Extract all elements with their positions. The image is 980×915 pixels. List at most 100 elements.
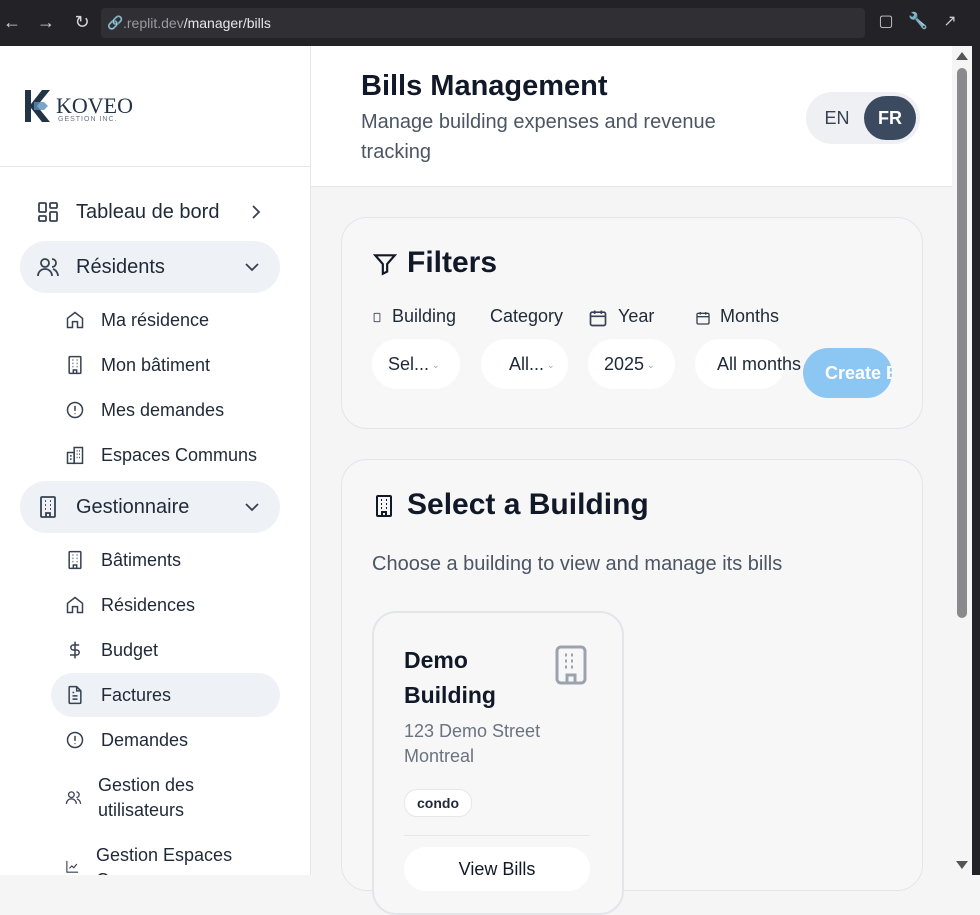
language-switcher: EN FR <box>806 92 920 144</box>
sidebar-item-residences[interactable]: Résidences <box>51 583 280 627</box>
card-divider <box>404 835 590 836</box>
select-building-title: Select a Building <box>407 488 649 521</box>
select-building-card: Select a Building Choose a building to v… <box>341 459 923 915</box>
reload-icon[interactable]: ↻ <box>72 12 92 32</box>
sidebar-item-label: Budget <box>101 640 159 660</box>
select-building-description: Choose a building to view and manage its… <box>372 553 783 575</box>
sidebar-item-label: Résidents <box>76 256 165 278</box>
sidebar-item-buildings[interactable]: Bâtiments <box>51 538 280 582</box>
home-icon <box>66 311 84 329</box>
category-select-value: All... <box>509 354 545 374</box>
users-icon <box>37 258 59 277</box>
file-text-icon <box>68 685 82 705</box>
sidebar-item-requests[interactable]: Demandes <box>51 718 280 762</box>
alert-circle-icon <box>66 731 84 749</box>
months-filter-label: Months <box>720 306 780 326</box>
year-select[interactable]: 2025 ⌄ <box>588 339 675 389</box>
chevron-down-icon <box>245 503 259 512</box>
sidebar-item-common-spaces[interactable]: Espaces Communs <box>51 433 280 477</box>
building-type-badge: condo <box>404 789 472 817</box>
back-arrow-icon[interactable]: ← <box>2 12 22 32</box>
category-filter-label: Category <box>490 306 564 326</box>
sidebar-item-label: Demandes <box>101 730 189 750</box>
sidebar-item-label: Espaces Communs <box>101 445 258 465</box>
building-select[interactable]: Sel... ⌄ <box>372 339 460 389</box>
sidebar-item-label: Résidences <box>101 595 196 615</box>
sidebar-item-label: Mes demandes <box>101 400 225 420</box>
page-subtitle: Manage building expenses and revenue tra… <box>361 111 716 163</box>
common-spaces-icon <box>66 446 84 465</box>
scroll-down-arrow-icon[interactable] <box>956 861 968 869</box>
dollar-icon <box>70 641 80 659</box>
building-icon <box>40 496 56 518</box>
view-bills-button[interactable]: View Bills <box>404 847 590 891</box>
building-address: 123 Demo Street Montreal <box>404 721 541 766</box>
wrench-icon[interactable]: 🔧 <box>908 12 928 32</box>
calendar-icon <box>589 310 607 327</box>
url-host: .replit.dev <box>123 15 184 31</box>
building-card[interactable]: Demo Building 123 Demo Street Montreal c… <box>372 611 624 915</box>
brand-logo: KOVEO GESTION INC. <box>22 86 142 126</box>
language-fr-button[interactable]: FR <box>864 96 916 140</box>
window-edge <box>972 0 980 875</box>
filters-title: Filters <box>407 246 498 279</box>
sidebar-divider <box>0 166 310 167</box>
create-bill-button[interactable]: Create Bill <box>803 348 892 398</box>
sidebar-item-my-requests[interactable]: Mes demandes <box>51 388 280 432</box>
page-title: Bills Management <box>361 70 608 102</box>
sidebar-item-label: Ma résidence <box>101 310 210 330</box>
filters-card: Filters Building Category Year Months Se… <box>341 217 923 429</box>
scroll-up-arrow-icon[interactable] <box>956 52 968 60</box>
link-icon: 🔗 <box>107 15 124 30</box>
sidebar-item-budget[interactable]: Budget <box>51 628 280 672</box>
sidebar-item-common-spaces-management[interactable]: Gestion Espaces Communs <box>51 843 280 875</box>
scrollbar-thumb[interactable] <box>957 68 967 618</box>
building-filter-label: Building <box>392 306 457 326</box>
filter-icon <box>372 254 398 276</box>
chevron-down-icon: ⌄ <box>647 360 655 371</box>
building-icon <box>555 645 587 685</box>
page-header: Bills Management Manage building expense… <box>311 46 952 187</box>
forward-arrow-icon[interactable]: → <box>36 12 56 32</box>
open-external-icon[interactable]: ↗ <box>940 12 960 32</box>
sidebar-item-my-residence[interactable]: Ma résidence <box>51 298 280 342</box>
sidebar: KOVEO GESTION INC. Tableau de bord Résid… <box>0 46 311 875</box>
chevron-right-icon <box>252 205 261 219</box>
sidebar-item-my-building[interactable]: Mon bâtiment <box>51 343 280 387</box>
building-icon <box>68 355 82 375</box>
sidebar-item-label: Gestion Espaces Communs <box>96 845 233 875</box>
sidebar-item-dashboard[interactable]: Tableau de bord <box>20 186 280 238</box>
building-icon <box>373 312 381 323</box>
chevron-down-icon: ⌄ <box>432 360 440 371</box>
sidebar-item-bills[interactable]: Factures <box>51 673 280 717</box>
browser-toolbar: ← → ↻ 🔗 .replit.dev/manager/bills ▢ 🔧 ↗ <box>0 0 980 46</box>
chevron-down-icon: ⌄ <box>547 360 555 371</box>
language-en-button[interactable]: EN <box>812 96 862 140</box>
building-name: Demo Building <box>404 647 496 708</box>
sidebar-group-manager[interactable]: Gestionnaire <box>20 481 280 533</box>
sidebar-group-residents[interactable]: Résidents <box>20 241 280 293</box>
year-filter-label: Year <box>618 306 655 326</box>
months-select[interactable]: All months⌄ <box>695 339 833 389</box>
address-bar[interactable]: 🔗 .replit.dev/manager/bills <box>101 8 865 38</box>
building-select-value: Sel... <box>388 354 430 374</box>
brand-tagline: GESTION INC. <box>58 116 118 123</box>
building-icon <box>376 495 392 517</box>
sidebar-item-label: Gestion des utilisateurs <box>98 775 195 820</box>
users-icon <box>65 791 82 804</box>
sidebar-item-user-management[interactable]: Gestion des utilisateurs <box>51 773 280 827</box>
sidebar-item-label: Factures <box>101 685 172 705</box>
devices-icon[interactable]: ▢ <box>876 12 896 32</box>
chevron-down-icon <box>245 263 259 272</box>
koveo-logo-icon <box>25 90 50 122</box>
year-select-value: 2025 <box>604 354 645 374</box>
building-icon <box>68 550 82 570</box>
home-icon <box>66 596 84 614</box>
chart-icon <box>66 860 79 873</box>
sidebar-item-label: Tableau de bord <box>76 201 220 223</box>
sidebar-item-label: Mon bâtiment <box>101 355 211 375</box>
sidebar-item-label: Gestionnaire <box>76 496 190 518</box>
category-select[interactable]: All... ⌄ <box>481 339 568 389</box>
alert-circle-icon <box>66 401 84 419</box>
calendar-icon <box>696 312 710 325</box>
